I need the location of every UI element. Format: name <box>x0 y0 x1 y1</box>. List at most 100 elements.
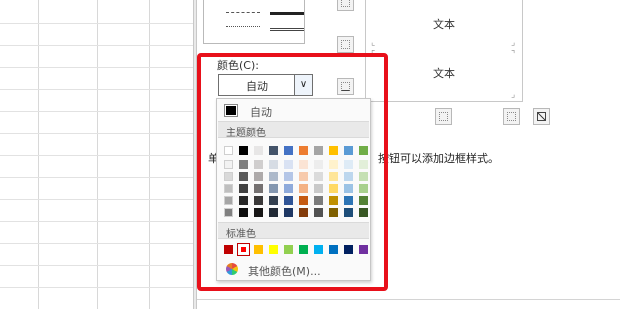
theme-color-swatch[interactable] <box>284 196 293 205</box>
theme-color-swatch[interactable] <box>254 160 263 169</box>
theme-color-swatch[interactable] <box>239 146 248 155</box>
line-style-dotted[interactable] <box>226 26 260 27</box>
standard-color-swatch[interactable] <box>224 245 233 254</box>
theme-color-swatch[interactable] <box>329 184 338 193</box>
more-colors-item[interactable]: 其他颜色(M)... <box>219 259 368 279</box>
theme-color-swatch[interactable] <box>299 196 308 205</box>
line-style-double[interactable] <box>270 28 304 31</box>
standard-color-swatch[interactable] <box>314 245 323 254</box>
theme-color-swatch[interactable] <box>344 184 353 193</box>
border-diagonal-down-button[interactable] <box>533 108 550 125</box>
theme-color-swatch[interactable] <box>254 196 263 205</box>
hint-text-end: 按钮可以添加边框样式。 <box>378 152 499 165</box>
theme-color-swatch[interactable] <box>329 208 338 217</box>
theme-color-swatch[interactable] <box>284 160 293 169</box>
theme-color-swatch[interactable] <box>299 184 308 193</box>
line-style-list[interactable] <box>203 0 305 44</box>
standard-color-swatch[interactable] <box>359 245 368 254</box>
theme-color-swatch[interactable] <box>314 146 323 155</box>
line-style-dashed[interactable] <box>226 12 260 13</box>
theme-color-swatch[interactable] <box>224 160 233 169</box>
border-preview[interactable]: 文本 文本 ⌞ ⌟ ⌜ ⌝ ⌟ <box>365 0 523 102</box>
theme-color-swatch[interactable] <box>224 196 233 205</box>
theme-color-swatch[interactable] <box>284 184 293 193</box>
chevron-down-icon[interactable]: ∨ <box>294 75 312 95</box>
theme-color-swatch[interactable] <box>359 208 368 217</box>
theme-color-swatch[interactable] <box>359 146 368 155</box>
theme-color-swatch[interactable] <box>359 172 368 181</box>
theme-color-swatch[interactable] <box>329 146 338 155</box>
grid-row-line <box>0 199 193 200</box>
theme-color-swatch[interactable] <box>359 160 368 169</box>
border-inside-vertical-button[interactable] <box>435 108 452 125</box>
theme-color-swatch[interactable] <box>359 196 368 205</box>
theme-color-swatch[interactable] <box>224 208 233 217</box>
grid-row-line <box>0 111 193 112</box>
preview-corner-mark: ⌞ <box>371 38 376 48</box>
theme-color-swatch[interactable] <box>269 208 278 217</box>
standard-color-swatch[interactable] <box>284 245 293 254</box>
theme-color-swatch[interactable] <box>224 184 233 193</box>
theme-color-swatch[interactable] <box>314 160 323 169</box>
standard-color-swatch[interactable] <box>329 245 338 254</box>
theme-color-swatch[interactable] <box>329 196 338 205</box>
border-inside-cross-icon <box>507 112 516 121</box>
theme-color-swatch[interactable] <box>344 172 353 181</box>
border-top-button[interactable] <box>337 0 354 11</box>
theme-color-swatch[interactable] <box>344 208 353 217</box>
border-inside-vertical-icon <box>439 112 448 121</box>
standard-color-swatch[interactable] <box>269 245 278 254</box>
standard-color-swatch[interactable] <box>299 245 308 254</box>
theme-color-swatch[interactable] <box>239 196 248 205</box>
grid-row-line <box>0 23 193 24</box>
theme-color-swatch[interactable] <box>239 184 248 193</box>
theme-color-swatch[interactable] <box>239 208 248 217</box>
theme-color-swatch[interactable] <box>314 196 323 205</box>
more-colors-label: 其他颜色(M)... <box>248 265 321 278</box>
theme-color-swatch[interactable] <box>224 146 233 155</box>
theme-color-swatch[interactable] <box>269 184 278 193</box>
automatic-color-item[interactable]: 自动 <box>219 100 368 120</box>
color-wheel-icon <box>226 263 238 275</box>
theme-color-swatch[interactable] <box>224 172 233 181</box>
theme-color-swatch[interactable] <box>299 160 308 169</box>
theme-color-swatch[interactable] <box>269 146 278 155</box>
theme-color-swatch[interactable] <box>254 172 263 181</box>
line-style-thick[interactable] <box>270 12 304 15</box>
theme-color-swatch[interactable] <box>239 172 248 181</box>
theme-color-swatch[interactable] <box>299 208 308 217</box>
theme-color-swatch[interactable] <box>284 208 293 217</box>
theme-color-swatch[interactable] <box>269 172 278 181</box>
border-bottom-button[interactable] <box>337 78 354 95</box>
border-bottom-icon <box>341 82 350 91</box>
theme-color-swatch[interactable] <box>284 146 293 155</box>
theme-color-swatch[interactable] <box>314 184 323 193</box>
standard-color-swatch[interactable] <box>344 245 353 254</box>
theme-color-swatch[interactable] <box>314 172 323 181</box>
standard-color-swatch[interactable] <box>254 245 263 254</box>
theme-color-swatch[interactable] <box>344 160 353 169</box>
theme-color-swatch[interactable] <box>359 184 368 193</box>
theme-color-swatch[interactable] <box>344 196 353 205</box>
theme-color-swatch[interactable] <box>299 172 308 181</box>
color-dropdown[interactable]: 自动 ∨ <box>218 74 313 96</box>
theme-color-swatch[interactable] <box>329 160 338 169</box>
grid-row-line <box>0 155 193 156</box>
theme-color-swatch[interactable] <box>239 160 248 169</box>
theme-color-swatch[interactable] <box>254 146 263 155</box>
border-inside-cross-button[interactable] <box>503 108 520 125</box>
theme-color-swatch[interactable] <box>254 208 263 217</box>
theme-color-swatch[interactable] <box>284 172 293 181</box>
standard-color-swatch[interactable] <box>237 243 250 256</box>
theme-color-swatch[interactable] <box>314 208 323 217</box>
theme-color-swatch[interactable] <box>269 160 278 169</box>
theme-color-swatch[interactable] <box>254 184 263 193</box>
grid-row-line <box>0 287 193 288</box>
theme-color-swatch[interactable] <box>329 172 338 181</box>
theme-color-swatch[interactable] <box>344 146 353 155</box>
theme-colors-header: 主题颜色 <box>218 121 369 139</box>
border-top-icon <box>341 0 350 7</box>
theme-color-swatch[interactable] <box>269 196 278 205</box>
theme-color-swatch[interactable] <box>299 146 308 155</box>
border-inside-horizontal-button[interactable] <box>337 36 354 53</box>
